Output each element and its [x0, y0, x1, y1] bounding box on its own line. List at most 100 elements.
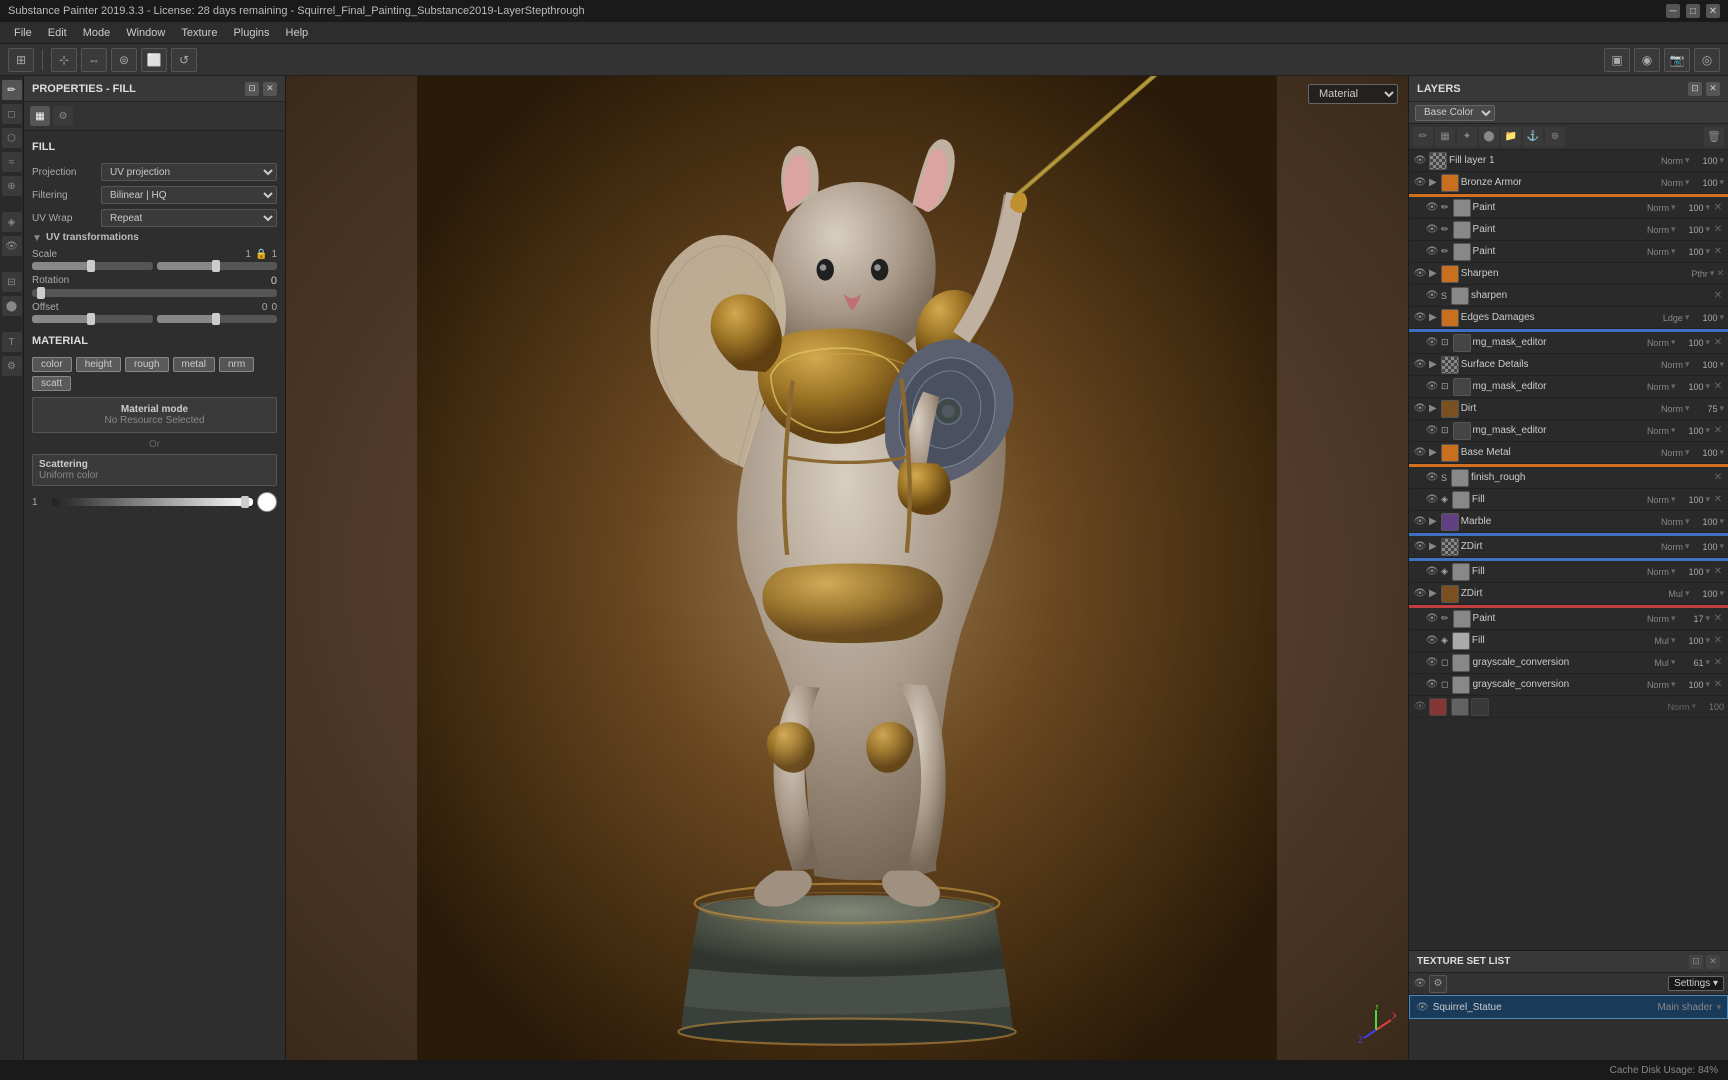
eye-sharpen[interactable]: 👁 [1425, 289, 1439, 303]
menu-window[interactable]: Window [118, 25, 173, 41]
layer-fill-bm[interactable]: 👁 ◈ Fill Norm ▾ 100 ▾ ✕ [1409, 489, 1728, 511]
layer-paint-zd[interactable]: 👁 ✏ Paint Norm ▾ 17 ▾ ✕ [1409, 608, 1728, 630]
base-metal-arrow[interactable]: ▶ [1429, 447, 1437, 458]
add-mask-icon[interactable]: ⬤ [1479, 127, 1499, 147]
eraser-tool-icon[interactable]: ◻ [2, 104, 22, 124]
add-anchor-icon[interactable]: ⚓ [1523, 127, 1543, 147]
undo-button[interactable]: ↺ [171, 48, 197, 72]
properties-float-button[interactable]: ⊡ [245, 82, 259, 96]
close-fill-bm[interactable]: ✕ [1712, 494, 1724, 505]
tag-nrm[interactable]: nrm [219, 357, 254, 372]
mask-icon[interactable]: ⬤ [2, 296, 22, 316]
close-finish-rough[interactable]: ✕ [1712, 472, 1724, 483]
eye-paint2[interactable]: 👁 [1425, 223, 1439, 237]
menu-file[interactable]: File [6, 25, 40, 41]
viewport[interactable]: Material Albedo Roughness Metalness Norm… [286, 76, 1408, 1060]
close-fill-zd2[interactable]: ✕ [1712, 635, 1724, 646]
layer-last[interactable]: 👁 Norm ▾ 100 [1409, 696, 1728, 718]
tag-scatt[interactable]: scatt [32, 376, 71, 391]
clone-icon[interactable]: ⊕ [2, 176, 22, 196]
marble-arrow[interactable]: ▶ [1429, 516, 1437, 527]
layer-dirt-group[interactable]: 👁 ▶ Dirt Norm ▾ 75 ▾ [1409, 398, 1728, 420]
eye-zdirt2[interactable]: 👁 [1413, 587, 1427, 601]
delete-layer-icon[interactable]: 🗑 [1704, 127, 1724, 147]
minimize-button[interactable]: ─ [1666, 4, 1680, 18]
layer-base-metal-group[interactable]: 👁 ▶ Base Metal Norm ▾ 100 ▾ [1409, 442, 1728, 464]
layer-sharpen[interactable]: 👁 S sharpen ✕ [1409, 285, 1728, 307]
ts-settings-btn[interactable]: Settings ▾ [1668, 976, 1724, 991]
layer-gray1[interactable]: 👁 ◻ grayscale_conversion Mul ▾ 61 ▾ ✕ [1409, 652, 1728, 674]
camera-button[interactable]: 📷 [1664, 48, 1690, 72]
menu-mode[interactable]: Mode [75, 25, 119, 41]
text-tool-icon[interactable]: T [2, 332, 22, 352]
menu-texture[interactable]: Texture [173, 25, 225, 41]
dirt-arrow[interactable]: ▶ [1429, 403, 1437, 414]
smudge-icon[interactable]: ≈ [2, 152, 22, 172]
ts-close-btn[interactable]: ✕ [1706, 955, 1720, 969]
eye-zdirt1[interactable]: 👁 [1413, 540, 1427, 554]
layer-paint-3[interactable]: 👁 ✏ Paint Norm ▾ 100 ▾ ✕ [1409, 241, 1728, 263]
frame-button[interactable]: ⬜ [141, 48, 167, 72]
layer-zdirt1-group[interactable]: 👁 ▶ ZDirt Norm ▾ 100 ▾ [1409, 536, 1728, 558]
offset-slider-left[interactable] [32, 315, 153, 323]
prop-tab-fill[interactable]: ▦ [30, 106, 50, 126]
viewport-3d-button[interactable]: ◉ [1634, 48, 1660, 72]
eye-dirt[interactable]: 👁 [1413, 402, 1427, 416]
texture-set-squirrel[interactable]: 👁 Squirrel_Statue Main shader ▾ [1409, 995, 1728, 1019]
ts-item-eye[interactable]: 👁 [1416, 1002, 1429, 1013]
eye-base-metal[interactable]: 👁 [1413, 446, 1427, 460]
sharpen-group-arrow[interactable]: ▶ [1429, 268, 1437, 279]
ts-settings-sub-btn[interactable]: ⚙ [1429, 975, 1447, 993]
scale-slider-left[interactable] [32, 262, 153, 270]
eye-gray2[interactable]: 👁 [1425, 678, 1439, 692]
eye-edges[interactable]: 👁 [1413, 311, 1427, 325]
close-sharpen[interactable]: ✕ [1712, 290, 1724, 301]
bronze-group-arrow[interactable]: ▶ [1429, 177, 1437, 188]
close-mgmask1[interactable]: ✕ [1712, 337, 1724, 348]
layer-surface-group[interactable]: 👁 ▶ Surface Details Norm ▾ 100 ▾ [1409, 354, 1728, 376]
layer-eye-bronze[interactable]: 👁 [1413, 176, 1427, 190]
material-mode-box[interactable]: Material mode No Resource Selected [32, 397, 277, 433]
eye-fill-zd1[interactable]: 👁 [1425, 565, 1439, 579]
eye-paint-zd[interactable]: 👁 [1425, 612, 1439, 626]
close-button[interactable]: ✕ [1706, 4, 1720, 18]
layer-finish-rough[interactable]: 👁 S finish_rough ✕ [1409, 467, 1728, 489]
close-paint1[interactable]: ✕ [1712, 202, 1724, 213]
layers-float-button[interactable]: ⊡ [1688, 82, 1702, 96]
scale-slider-right[interactable] [157, 262, 278, 270]
menu-plugins[interactable]: Plugins [225, 25, 277, 41]
eye-mgmask3[interactable]: 👁 [1425, 424, 1439, 438]
titlebar-controls[interactable]: ─ □ ✕ [1666, 4, 1720, 18]
grid-view-button[interactable]: ⊞ [8, 48, 34, 72]
layer-mgmask2[interactable]: 👁 ⊡ mg_mask_editor Norm ▾ 100 ▾ ✕ [1409, 376, 1728, 398]
close-paint2[interactable]: ✕ [1712, 224, 1724, 235]
layer-paint-1[interactable]: 👁 ✏ Paint Norm ▾ 100 ▾ ✕ [1409, 197, 1728, 219]
ts-float-btn[interactable]: ⊡ [1689, 955, 1703, 969]
close-fill-zd1[interactable]: ✕ [1712, 566, 1724, 577]
add-group-icon[interactable]: 📁 [1501, 127, 1521, 147]
ts-eye-btn[interactable]: 👁 [1413, 977, 1427, 991]
channel-select[interactable]: Base Color [1415, 105, 1495, 121]
eye-surface[interactable]: 👁 [1413, 358, 1427, 372]
layer-fill-zd1[interactable]: 👁 ◈ Fill Norm ▾ 100 ▾ ✕ [1409, 561, 1728, 583]
eye-fill-zd2[interactable]: 👁 [1425, 634, 1439, 648]
layer-sharpen-group[interactable]: 👁 ▶ Sharpen Pthr ▾ ✕ [1409, 263, 1728, 285]
align-button[interactable]: ⊜ [111, 48, 137, 72]
layer-zdirt2-group[interactable]: 👁 ▶ ZDirt Mul ▾ 100 ▾ [1409, 583, 1728, 605]
eye-fill-bm[interactable]: 👁 [1425, 493, 1439, 507]
viewport-mode-select[interactable]: Material Albedo Roughness Metalness Norm… [1308, 84, 1398, 104]
close-paint3[interactable]: ✕ [1712, 246, 1724, 257]
surface-arrow[interactable]: ▶ [1429, 359, 1437, 370]
eye-finish-rough[interactable]: 👁 [1425, 471, 1439, 485]
tag-rough[interactable]: rough [125, 357, 169, 372]
zdirt1-arrow[interactable]: ▶ [1429, 541, 1437, 552]
env-button[interactable]: ◎ [1694, 48, 1720, 72]
maximize-button[interactable]: □ [1686, 4, 1700, 18]
view-icon[interactable]: 👁 [2, 236, 22, 256]
tag-height[interactable]: height [76, 357, 121, 372]
filtering-select[interactable]: Bilinear | HQ [101, 186, 277, 204]
select-tool-button[interactable]: ⊹ [51, 48, 77, 72]
color-picker-icon[interactable]: ◈ [2, 212, 22, 232]
layer-mgmask1[interactable]: 👁 ⊡ mg_mask_editor Norm ▾ 100 ▾ ✕ [1409, 332, 1728, 354]
rotation-slider[interactable] [32, 289, 277, 297]
